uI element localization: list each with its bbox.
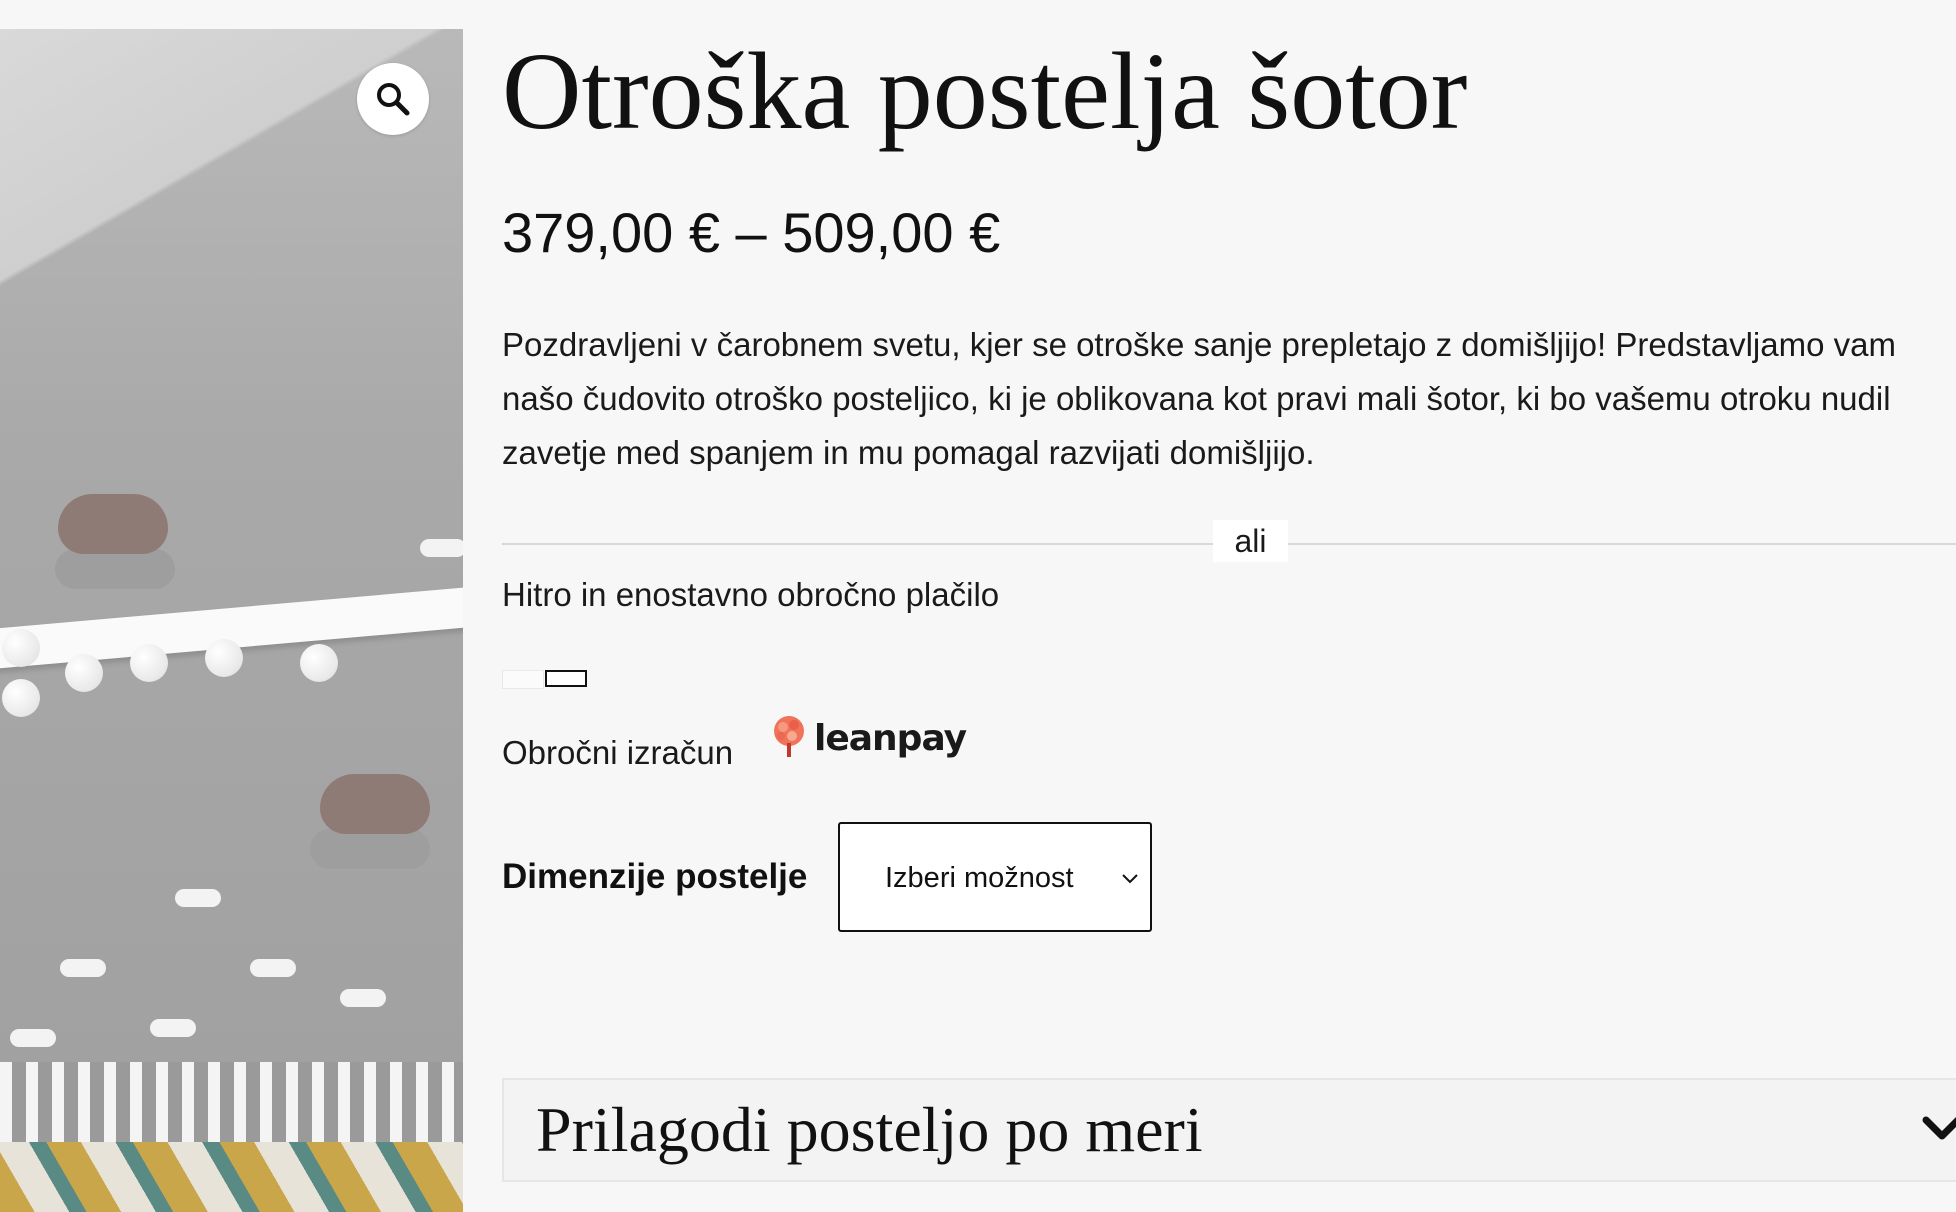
- chevron-down-icon: [1122, 874, 1138, 884]
- leanpay-wordmark: leanpay: [814, 717, 967, 759]
- light-ball: [205, 639, 243, 677]
- leanpay-logo[interactable]: leanpay: [770, 712, 967, 764]
- product-description: Pozdravljeni v čarobnem svetu, kjer se o…: [502, 326, 1896, 471]
- wall-cloud: [10, 1029, 56, 1047]
- installment-option-box-selected[interactable]: [545, 670, 587, 687]
- wall-cloud: [250, 959, 296, 977]
- leanpay-tree-icon: [774, 716, 804, 757]
- wall-cloud: [150, 1019, 196, 1037]
- divider-label: ali: [1213, 520, 1288, 562]
- wall-cloud: [60, 959, 106, 977]
- sleeping-bear: [320, 774, 430, 834]
- bear-cloud: [55, 549, 175, 589]
- light-ball: [2, 679, 40, 717]
- light-ball: [2, 629, 40, 667]
- installment-option-box[interactable]: [502, 670, 544, 689]
- product-image[interactable]: [0, 29, 463, 1212]
- product-title: Otroška postelja šotor: [502, 30, 1468, 152]
- wall-cloud: [175, 889, 221, 907]
- customize-accordion[interactable]: Prilagodi posteljo po meri: [502, 1078, 1956, 1182]
- accordion-title: Prilagodi posteljo po meri: [536, 1094, 1203, 1165]
- installment-title: Hitro in enostavno obročno plačilo: [502, 576, 1000, 613]
- select-value: Izberi možnost: [885, 862, 1074, 894]
- product-price: 379,00 € – 509,00 €: [502, 201, 1001, 264]
- bear-cloud: [310, 829, 430, 869]
- light-ball: [300, 644, 338, 682]
- wall-cloud: [340, 989, 386, 1007]
- crib-bumper: [0, 1142, 463, 1212]
- wall-cloud: [420, 539, 463, 557]
- magnifier-icon: [377, 83, 410, 116]
- installment-calc-label[interactable]: Obročni izračun: [502, 730, 733, 776]
- chevron-down-icon: [1922, 1116, 1956, 1140]
- light-ball: [65, 654, 103, 692]
- bed-dimensions-select[interactable]: Izberi možnost: [838, 822, 1152, 932]
- sleeping-bear: [58, 494, 168, 554]
- light-ball: [130, 644, 168, 682]
- zoom-button[interactable]: [357, 63, 429, 135]
- variation-label: Dimenzije postelje: [502, 857, 808, 896]
